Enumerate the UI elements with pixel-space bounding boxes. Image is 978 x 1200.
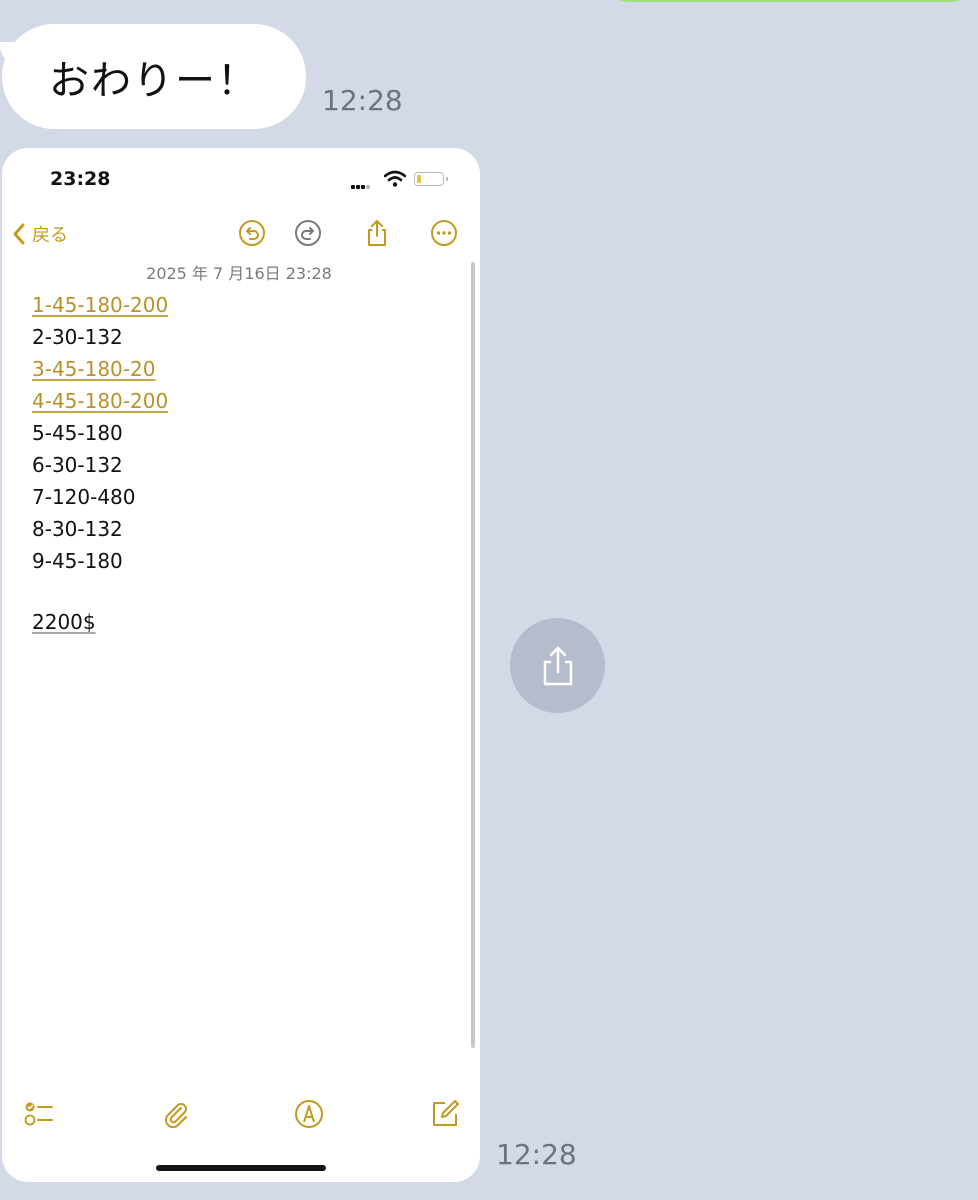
scrollbar[interactable] bbox=[471, 262, 475, 1048]
incoming-message-bubble[interactable]: おわりー！ bbox=[0, 24, 306, 129]
share-icon bbox=[543, 646, 572, 685]
note-line[interactable]: 6-30-132 bbox=[32, 450, 168, 482]
note-line[interactable]: 5-45-180 bbox=[32, 418, 168, 450]
image-timestamp: 12:28 bbox=[496, 1138, 577, 1171]
redo-icon[interactable] bbox=[293, 218, 323, 248]
chevron-left-icon bbox=[13, 223, 25, 245]
pen-tip-icon[interactable] bbox=[293, 1098, 325, 1130]
home-indicator bbox=[156, 1165, 326, 1171]
previous-outgoing-bubble bbox=[610, 0, 970, 2]
note-line[interactable]: 3-45-180-20 bbox=[32, 354, 168, 386]
checklist-icon[interactable] bbox=[22, 1098, 54, 1130]
battery-icon bbox=[414, 172, 448, 186]
share-icon[interactable] bbox=[362, 218, 392, 248]
note-line[interactable]: 7-120-480 bbox=[32, 482, 168, 514]
wifi-icon bbox=[384, 170, 406, 187]
share-button[interactable] bbox=[510, 618, 605, 713]
back-label: 戻る bbox=[32, 225, 68, 246]
back-button[interactable]: 戻る bbox=[12, 220, 68, 248]
signal-icon bbox=[351, 174, 371, 193]
undo-icon[interactable] bbox=[237, 218, 267, 248]
more-icon[interactable] bbox=[429, 218, 459, 248]
note-line[interactable]: 2-30-132 bbox=[32, 322, 168, 354]
message-text: おわりー！ bbox=[49, 57, 259, 104]
compose-icon[interactable] bbox=[429, 1098, 461, 1130]
note-line[interactable]: 4-45-180-200 bbox=[32, 386, 168, 418]
note-total[interactable]: 2200$ bbox=[32, 610, 96, 634]
status-bar-time: 23:28 bbox=[50, 168, 111, 190]
note-date: 2025 年 7 月16日 23:28 bbox=[146, 264, 332, 283]
note-line[interactable]: 1-45-180-200 bbox=[32, 290, 168, 322]
message-timestamp: 12:28 bbox=[322, 84, 403, 117]
note-line[interactable]: 9-45-180 bbox=[32, 546, 168, 578]
paperclip-icon[interactable] bbox=[160, 1098, 192, 1130]
note-body[interactable]: 1-45-180-200 2-30-132 3-45-180-20 4-45-1… bbox=[32, 290, 168, 578]
bubble-tail bbox=[0, 42, 22, 64]
note-line[interactable]: 8-30-132 bbox=[32, 514, 168, 546]
